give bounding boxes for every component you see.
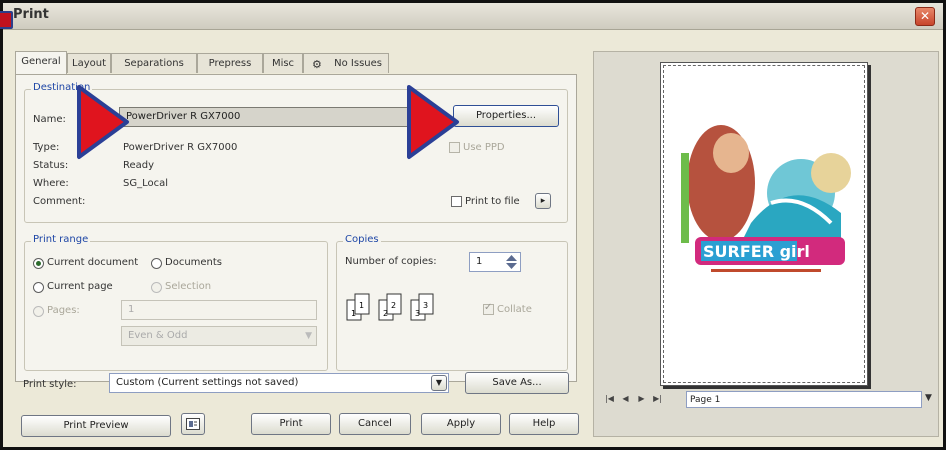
preview-toggle-button[interactable] [181, 413, 205, 435]
number-of-copies-label: Number of copies: [345, 256, 437, 267]
first-page-icon[interactable]: |◀ [603, 392, 616, 406]
properties-button[interactable]: Properties... [453, 105, 559, 127]
print-preview-panel: SURFER girl [593, 51, 939, 437]
collate-illustration: 11 22 33 [345, 292, 445, 324]
current-page-radio[interactable] [33, 282, 44, 293]
title-bar[interactable]: Print ✕ [3, 3, 943, 30]
tab-layout[interactable]: Layout [67, 53, 111, 73]
issues-icon: ⚙ [312, 58, 322, 71]
svg-text:2: 2 [383, 309, 388, 318]
cancel-button[interactable]: Cancel [339, 413, 411, 435]
selection-label: Selection [165, 281, 212, 292]
artwork-text: SURFER girl [703, 242, 810, 261]
current-page-label: Current page [47, 281, 113, 292]
chevron-down-icon[interactable]: ▼ [925, 393, 932, 403]
last-page-icon[interactable]: ▶| [651, 392, 664, 406]
even-odd-select[interactable]: Even & Odd ▼ [121, 326, 317, 346]
pages-label: Pages: [47, 305, 80, 316]
print-to-file-label: Print to file [465, 196, 520, 207]
print-range-group-title: Print range [31, 234, 91, 245]
svg-text:3: 3 [415, 309, 420, 318]
copies-spinner-icon[interactable] [505, 254, 518, 270]
print-to-file-options-button[interactable]: ▸ [535, 193, 551, 209]
selection-radio[interactable] [151, 282, 162, 293]
print-preview-button[interactable]: Print Preview [21, 415, 171, 437]
print-style-label: Print style: [23, 379, 77, 390]
collate-label: Collate [497, 304, 532, 315]
type-value: PowerDriver R GX7000 [123, 142, 238, 153]
print-style-value: Custom (Current settings not saved) [116, 377, 299, 388]
red-arrow-annotation-icon [75, 83, 131, 164]
copies-group: Copies Number of copies: 1 11 22 33 Coll… [336, 234, 568, 371]
documents-radio[interactable] [151, 258, 162, 269]
collate-pages-icon: 11 22 33 [346, 293, 434, 321]
status-label: Status: [33, 160, 69, 171]
tab-no-issues-label: No Issues [334, 58, 382, 69]
even-odd-value: Even & Odd [128, 330, 188, 341]
print-to-file-checkbox[interactable] [451, 196, 462, 207]
help-button[interactable]: Help [509, 413, 579, 435]
print-style-select[interactable]: Custom (Current settings not saved) ▼ [109, 373, 449, 393]
type-label: Type: [33, 142, 60, 153]
surfer-girl-image: SURFER girl [681, 125, 851, 272]
svg-text:2: 2 [391, 301, 396, 310]
previous-page-icon[interactable]: ◀ [619, 392, 632, 406]
page-select-value: Page 1 [690, 395, 721, 405]
comment-label: Comment: [33, 196, 86, 207]
tab-prepress[interactable]: Prepress [197, 53, 263, 73]
svg-text:1: 1 [351, 309, 356, 318]
print-dialog: Print ✕ General Layout Separations Prepr… [0, 0, 946, 450]
current-document-label: Current document [47, 257, 139, 268]
where-label: Where: [33, 178, 69, 189]
surfer-girl-artwork: SURFER girl [681, 113, 851, 293]
copies-group-title: Copies [343, 234, 381, 245]
save-as-button[interactable]: Save As... [465, 372, 569, 394]
documents-label: Documents [165, 257, 223, 268]
page-select[interactable]: Page 1 [686, 391, 922, 408]
red-arrow-annotation-icon [405, 83, 461, 164]
tab-misc[interactable]: Misc [263, 53, 303, 73]
apply-button[interactable]: Apply [421, 413, 501, 435]
tab-no-issues[interactable]: ⚙ No Issues [303, 53, 389, 73]
chevron-down-icon: ▼ [305, 331, 312, 341]
svg-text:3: 3 [423, 301, 428, 310]
svg-text:1: 1 [359, 301, 364, 310]
current-document-radio[interactable] [33, 258, 44, 269]
preview-navigation-bar: |◀ ◀ ▶ ▶| Page 1 ▼ [599, 391, 937, 409]
print-range-group: Print range Current document Documents C… [24, 234, 328, 371]
where-value: SG_Local [123, 178, 169, 189]
preview-page: SURFER girl [660, 62, 868, 386]
printer-name-select[interactable]: PowerDriver R GX7000 [119, 107, 433, 127]
corner-marker-icon [0, 11, 13, 29]
use-ppd-label: Use PPD [463, 142, 505, 153]
chevron-down-icon[interactable]: ▼ [431, 375, 447, 391]
collate-checkbox[interactable] [483, 302, 494, 315]
tab-separations[interactable]: Separations [111, 53, 197, 73]
next-page-icon[interactable]: ▶ [635, 392, 648, 406]
close-button[interactable]: ✕ [915, 7, 935, 26]
tab-general[interactable]: General [15, 51, 67, 74]
print-button[interactable]: Print [251, 413, 331, 435]
pages-input[interactable]: 1 [121, 300, 317, 320]
pages-radio[interactable] [33, 306, 44, 317]
dialog-title: Print [13, 7, 49, 22]
name-label: Name: [33, 114, 66, 125]
preview-toggle-icon [186, 418, 200, 430]
